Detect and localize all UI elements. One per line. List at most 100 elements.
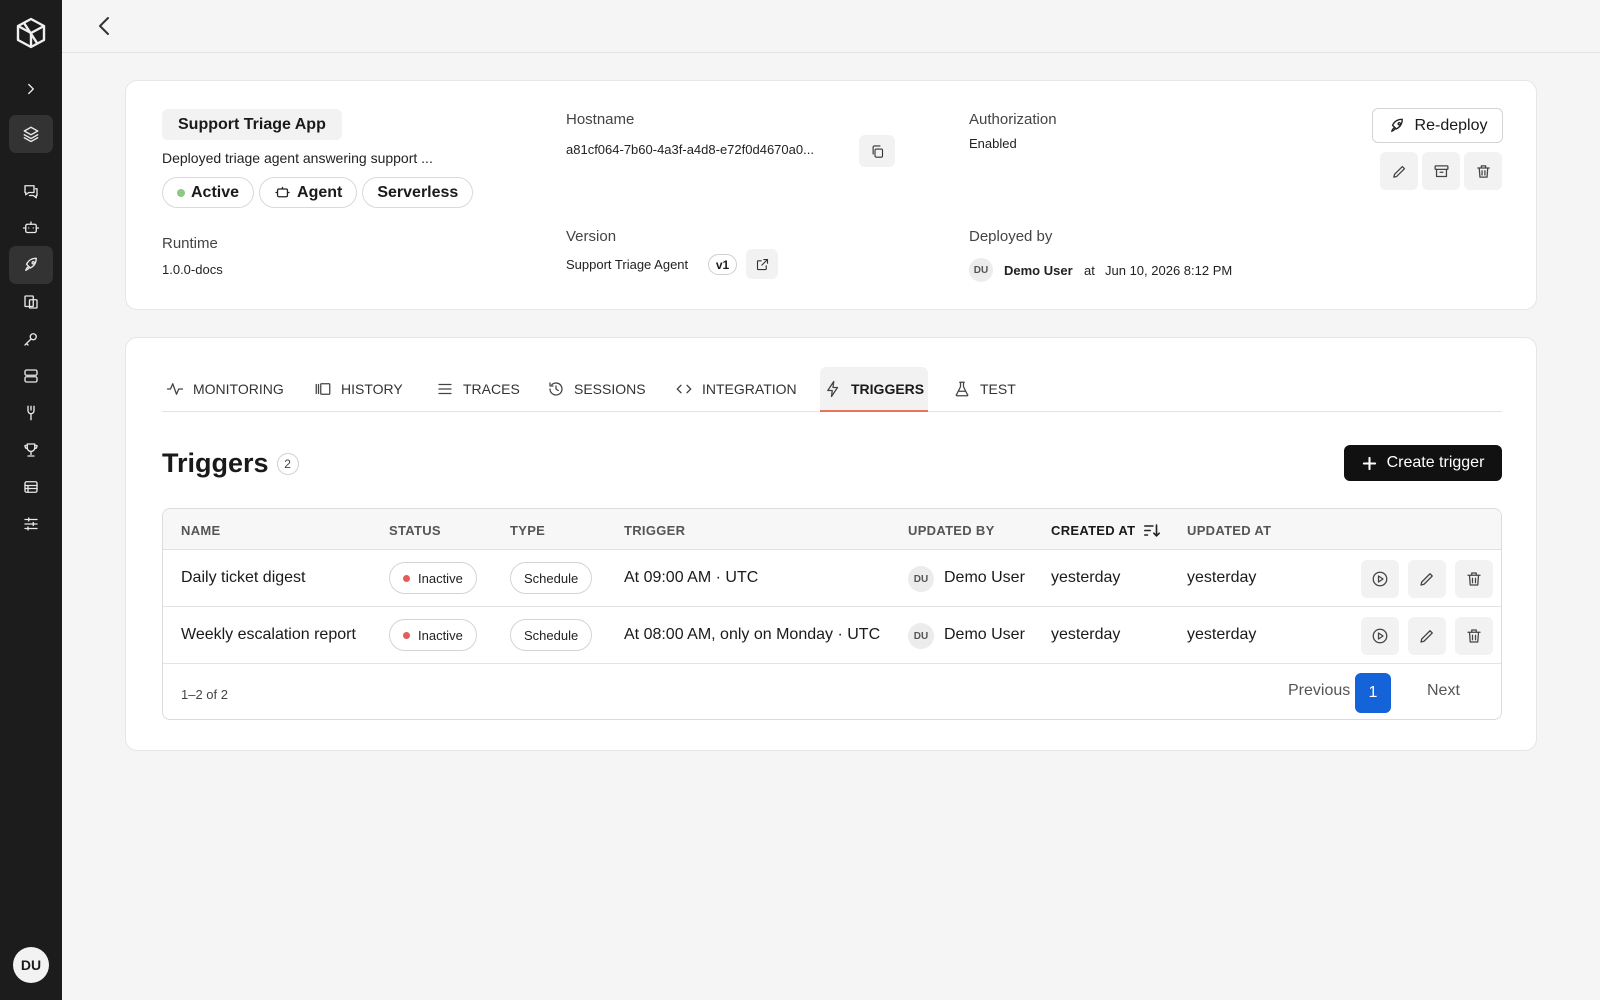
tab-traces[interactable]: TRACES (432, 366, 524, 411)
tab-sessions[interactable]: SESSIONS (543, 366, 650, 411)
sidebar-item-chat[interactable] (9, 172, 53, 210)
pagination-next[interactable]: Next (1427, 682, 1460, 700)
archive-deployment-button[interactable] (1422, 152, 1460, 190)
expand-sidebar-button[interactable] (9, 70, 53, 108)
sidebar-item-layers[interactable] (9, 115, 53, 153)
sort-descending-icon[interactable] (1143, 523, 1161, 538)
section-title: Triggers 2 (162, 448, 299, 479)
trigger-name[interactable]: Weekly escalation report (181, 626, 356, 644)
hostname-value: a81cf064-7b60-4a3f-a4d8-e72f0d4670a0... (566, 142, 814, 157)
play-circle-icon (1372, 628, 1388, 644)
column-header-updated-by[interactable]: UPDATED BY (908, 523, 995, 538)
status-chips: Active Agent Serverless (162, 177, 474, 208)
user-avatar[interactable]: DU (13, 947, 49, 983)
column-header-name[interactable]: NAME (181, 523, 220, 538)
authorization-label: Authorization (969, 111, 1057, 128)
documents-icon (24, 295, 38, 309)
edit-trigger-button[interactable] (1408, 560, 1446, 598)
create-trigger-button[interactable]: Create trigger (1344, 445, 1502, 481)
updated-by-avatar: DU (908, 566, 934, 592)
delete-deployment-button[interactable] (1464, 152, 1502, 190)
list-icon (438, 383, 452, 394)
back-button[interactable] (90, 12, 118, 40)
type-badge: Schedule (510, 619, 593, 651)
trophy-icon (24, 443, 38, 457)
authorization-value: Enabled (969, 136, 1017, 151)
status-chip-label: Active (191, 183, 240, 201)
clock-icon (549, 381, 563, 396)
table-row[interactable]: Weekly escalation report Inactive Schedu… (163, 607, 1501, 664)
archive-icon (1433, 164, 1449, 177)
redeploy-button[interactable]: Re-deploy (1372, 108, 1503, 143)
hostname-label: Hostname (566, 111, 635, 128)
table-row[interactable]: Daily ticket digest Inactive Schedule At… (163, 550, 1501, 607)
plus-icon (1362, 456, 1376, 470)
sidebar-item-tools[interactable] (9, 394, 53, 432)
sidebar-item-deployments[interactable] (9, 246, 53, 284)
create-trigger-label: Create trigger (1386, 454, 1485, 471)
trigger-name[interactable]: Daily ticket digest (181, 569, 306, 587)
tab-triggers[interactable]: TRIGGERS (820, 367, 929, 412)
active-dot-icon (177, 188, 185, 197)
pagination-previous[interactable]: Previous (1288, 682, 1350, 700)
inactive-dot-icon (403, 631, 410, 639)
sidebar-item-agents[interactable] (9, 209, 53, 247)
column-header-created-at[interactable]: CREATED AT (1051, 523, 1161, 538)
column-header-created-at-label: CREATED AT (1051, 523, 1136, 538)
sidebar-item-evaluations[interactable] (9, 431, 53, 469)
sidebar-item-settings[interactable] (9, 505, 53, 543)
bot-icon (275, 186, 290, 198)
trigger-schedule: At 08:00 AM, only on Monday · UTC (624, 626, 881, 643)
delete-trigger-button[interactable] (1455, 560, 1493, 598)
column-header-updated-at[interactable]: UPDATED AT (1187, 523, 1271, 538)
key-icon (24, 333, 37, 346)
updated-by-name: Demo User (944, 626, 1025, 643)
sidebar-item-logs[interactable] (9, 468, 53, 506)
edit-trigger-button[interactable] (1408, 617, 1446, 655)
database-icon (24, 369, 38, 383)
deployed-at-word: at (1084, 263, 1095, 278)
sidebar-item-documents[interactable] (9, 283, 53, 321)
tab-label: TRACES (463, 380, 520, 397)
column-header-trigger[interactable]: TRIGGER (624, 523, 685, 538)
deployer-name: Demo User (1004, 263, 1073, 278)
status-badge: Inactive (389, 619, 477, 651)
updated-by-name: Demo User (944, 569, 1025, 586)
tab-monitoring[interactable]: MONITORING (162, 366, 288, 411)
tab-integration[interactable]: INTEGRATION (671, 366, 801, 411)
copy-hostname-button[interactable] (859, 135, 895, 167)
rocket-icon (25, 257, 37, 271)
tab-label: TRIGGERS (851, 380, 925, 397)
type-badge: Schedule (510, 562, 593, 594)
run-trigger-button[interactable] (1361, 560, 1399, 598)
sidebar-item-keys[interactable] (9, 320, 53, 358)
tab-label: SESSIONS (574, 380, 646, 397)
layers-icon (23, 126, 39, 143)
column-header-type[interactable]: TYPE (510, 523, 545, 538)
trash-icon (1467, 572, 1481, 586)
pencil-icon (1420, 573, 1433, 586)
pagination-page-current[interactable]: 1 (1355, 673, 1391, 713)
version-badge: v1 (708, 254, 737, 275)
status-badge-label: Inactive (418, 570, 463, 586)
logo-icon[interactable] (14, 16, 48, 50)
rocket-icon (1390, 118, 1403, 132)
tab-history[interactable]: HISTORY (310, 366, 407, 411)
run-trigger-button[interactable] (1361, 617, 1399, 655)
type-chip: Agent (259, 177, 358, 208)
created-at-value: yesterday (1051, 626, 1121, 643)
sidebar: DU (0, 0, 62, 1000)
delete-trigger-button[interactable] (1455, 617, 1493, 655)
type-chip-label: Agent (297, 183, 343, 201)
activity-icon (166, 382, 184, 395)
chat-icon (24, 185, 38, 199)
open-version-button[interactable] (746, 249, 778, 279)
tab-label: TEST (980, 380, 1016, 397)
edit-deployment-button[interactable] (1380, 152, 1418, 190)
version-label: Version (566, 228, 617, 245)
column-header-status[interactable]: STATUS (389, 523, 441, 538)
updated-by-avatar: DU (908, 623, 934, 649)
tab-test[interactable]: TEST (949, 366, 1020, 411)
runtime-label: Runtime (162, 235, 218, 252)
sidebar-item-datasets[interactable] (9, 357, 53, 395)
